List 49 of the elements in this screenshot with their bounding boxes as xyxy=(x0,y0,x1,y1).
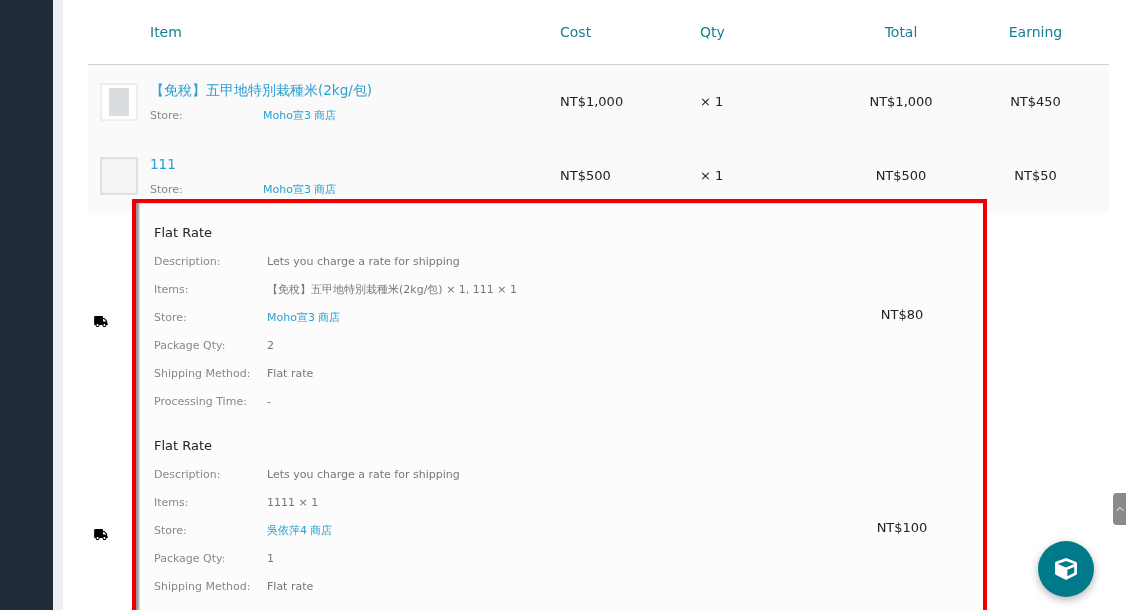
product-link[interactable]: 【免稅】五甲地特別栽種米(2kg/包) xyxy=(150,79,560,100)
qty-cell-text: × 1 xyxy=(699,167,725,186)
column-header: Earning xyxy=(1008,23,1063,42)
field-label: Shipping Method: xyxy=(154,578,252,595)
shipping-title: Flat Rate xyxy=(154,437,214,455)
field-label: Items: xyxy=(154,494,190,511)
earning-cell-text: NT$50 xyxy=(1014,167,1057,186)
product-link[interactable]: 111 xyxy=(150,153,560,174)
store-link[interactable]: Moho宣3 商店 xyxy=(267,309,341,327)
store-link[interactable]: Moho宣3 商店 xyxy=(263,107,337,125)
field-value: - xyxy=(267,393,271,410)
column-header: Qty xyxy=(699,23,726,42)
field-label: Items: xyxy=(154,281,190,298)
store-label: Store: xyxy=(150,107,184,124)
column-header: Item xyxy=(150,23,183,42)
field-value: 1111 × 1 xyxy=(267,494,319,511)
store-link[interactable]: Moho宣3 商店 xyxy=(263,181,337,199)
field-label: Processing Time: xyxy=(154,393,248,410)
field-value: Flat rate xyxy=(267,365,314,382)
field-value: Flat rate xyxy=(267,578,314,595)
cube-icon xyxy=(1055,558,1077,580)
field-label: Store: xyxy=(154,522,188,539)
total-cell-text: NT$500 xyxy=(875,167,927,186)
field-label: Package Qty: xyxy=(154,550,227,567)
shipping-total: NT$80 xyxy=(880,305,924,324)
earning-cell-text: NT$450 xyxy=(1010,93,1061,112)
field-label: Shipping Method: xyxy=(154,365,252,382)
field-label: Package Qty: xyxy=(154,337,227,354)
field-label: Store: xyxy=(154,309,188,326)
qty-cell-text: × 1 xyxy=(699,93,725,112)
cube-fab-button[interactable] xyxy=(1038,541,1094,597)
total-cell-text: NT$1,000 xyxy=(869,93,933,112)
column-header: Cost xyxy=(560,23,593,42)
field-value: Lets you charge a rate for shipping xyxy=(267,253,460,270)
store-label: Store: xyxy=(150,181,184,198)
cost-cell-text: NT$500 xyxy=(560,167,612,186)
field-label: Description: xyxy=(154,253,222,270)
field-label: Description: xyxy=(154,466,222,483)
field-value: 2 xyxy=(267,337,274,354)
column-header: Total xyxy=(884,23,918,42)
field-value: Lets you charge a rate for shipping xyxy=(267,466,460,483)
cost-cell-text: NT$1,000 xyxy=(560,93,625,112)
truck-icon xyxy=(94,529,108,540)
shipping-total: NT$100 xyxy=(876,518,928,537)
shipping-title: Flat Rate xyxy=(154,224,214,242)
field-value: 【免稅】五甲地特別栽種米(2kg/包) × 1, 111 × 1 xyxy=(267,281,518,298)
truck-icon xyxy=(94,316,108,327)
field-value: 1 xyxy=(267,550,274,567)
store-link[interactable]: 吳依萍4 商店 xyxy=(267,522,333,540)
